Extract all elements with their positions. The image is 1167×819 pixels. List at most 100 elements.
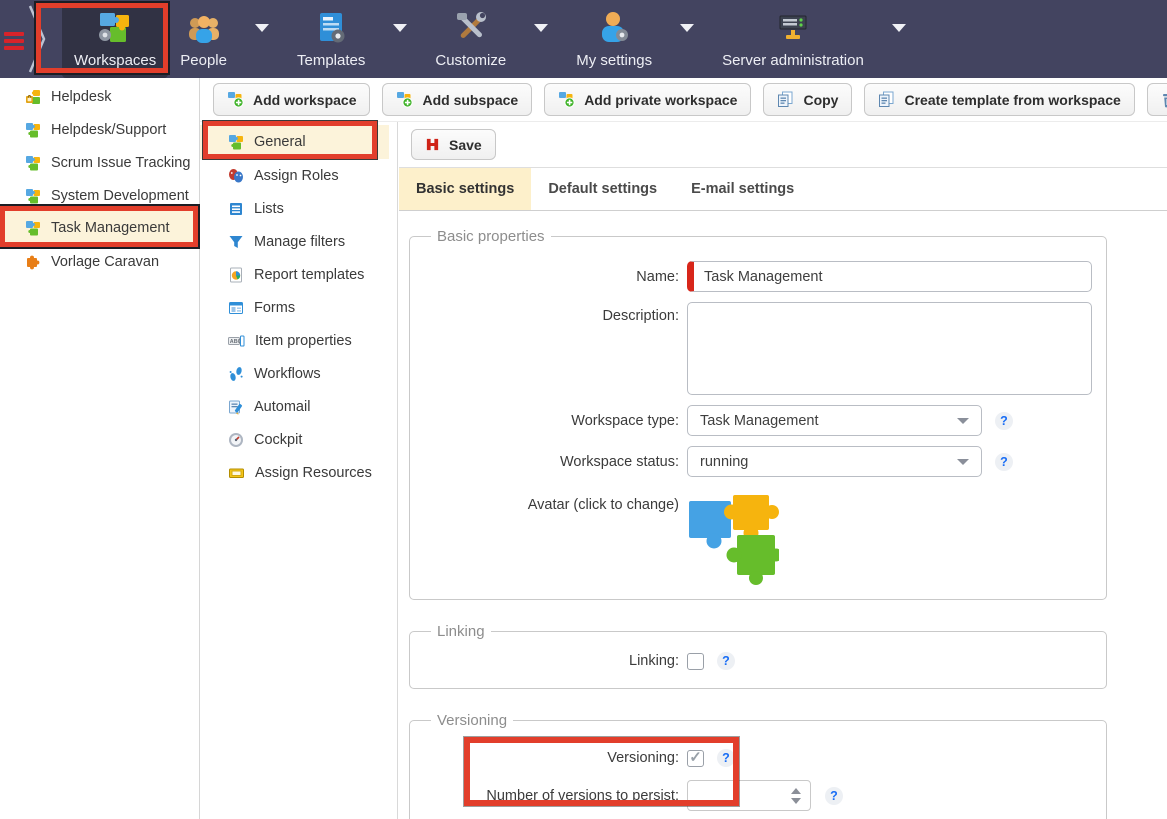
name-input[interactable] — [687, 261, 1092, 292]
workspace-type-label: Workspace type: — [424, 413, 679, 429]
nav-item-server-administration[interactable]: Server administration — [710, 1, 876, 78]
nav-item-templates[interactable]: Templates — [285, 1, 377, 78]
create-template-from-workspace-button[interactable]: Create template from workspace — [864, 83, 1134, 116]
menu-item-automail[interactable]: Automail — [200, 390, 397, 423]
nav-label: Templates — [297, 52, 365, 69]
menu-item-label: Lists — [254, 201, 284, 217]
caret-down-icon[interactable] — [534, 24, 548, 32]
workspace-status-dropdown[interactable]: running — [687, 446, 982, 477]
save-icon — [425, 137, 440, 152]
menu-item-label: Automail — [254, 399, 310, 415]
versioning-checkbox[interactable] — [687, 750, 704, 767]
menu-item-forms[interactable]: Forms — [200, 291, 397, 324]
menu-item-manage-filters[interactable]: Manage filters — [200, 225, 397, 258]
caret-down-icon[interactable] — [892, 24, 906, 32]
nav-item-my-settings[interactable]: My settings — [564, 1, 664, 78]
workspace-puzzle-icon — [25, 188, 41, 204]
delete-button[interactable]: Delete — [1147, 83, 1167, 116]
resource-card-icon — [228, 465, 245, 481]
workspace-type-dropdown[interactable]: Task Management — [687, 405, 982, 436]
sidebar-item-helpdesk-support[interactable]: Helpdesk/Support — [0, 113, 199, 146]
versioning-row: Versioning: ? — [424, 749, 1092, 767]
tab-default-settings[interactable]: Default settings — [531, 168, 674, 210]
menu-item-label: Cockpit — [254, 432, 302, 448]
sidebar-item-label: System Development — [51, 188, 189, 204]
copy-button[interactable]: Copy — [763, 83, 852, 116]
spinner-up-icon[interactable] — [791, 788, 801, 794]
workspace-puzzle-icon — [25, 122, 41, 138]
dropdown-value: Task Management — [700, 413, 818, 429]
help-icon[interactable]: ? — [717, 652, 735, 670]
spinner-down-icon[interactable] — [791, 798, 801, 804]
user-settings-icon — [598, 9, 630, 45]
nav-label: Workspaces — [74, 52, 156, 69]
versioning-label: Versioning: — [424, 750, 679, 766]
nav-label: My settings — [576, 52, 652, 69]
nav-item-people[interactable]: People — [168, 1, 239, 78]
menu-item-workflows[interactable]: Workflows — [200, 357, 397, 390]
sidebar-item-task-management[interactable]: Task Management — [0, 210, 199, 246]
nav-item-customize[interactable]: Customize — [423, 1, 518, 78]
help-icon[interactable]: ? — [717, 749, 735, 767]
fieldset-legend: Linking — [431, 623, 491, 640]
workspace-settings-menu: General Assign Roles — [200, 122, 398, 819]
spinner-arrows[interactable] — [791, 788, 801, 804]
menu-item-label: Workflows — [254, 366, 321, 382]
top-nav: Workspaces People — [0, 0, 1167, 78]
caret-down-icon[interactable] — [393, 24, 407, 32]
workspace-puzzle-icon — [25, 220, 41, 236]
sidebar-item-system-development[interactable]: System Development — [0, 179, 199, 212]
button-label: Add subspace — [422, 92, 518, 108]
description-textarea[interactable] — [687, 302, 1092, 395]
caret-down-icon[interactable] — [680, 24, 694, 32]
report-pie-icon — [228, 267, 244, 283]
button-label: Add workspace — [253, 92, 356, 108]
menu-item-assign-resources[interactable]: Assign Resources — [200, 456, 397, 489]
workspace-avatar-puzzle[interactable] — [687, 491, 779, 585]
sidebar-item-label: Task Management — [51, 220, 169, 236]
tab-basic-settings[interactable]: Basic settings — [399, 168, 531, 210]
add-private-workspace-button[interactable]: Add private workspace — [544, 83, 751, 116]
menu-item-report-templates[interactable]: Report templates — [200, 258, 397, 291]
caret-down-icon[interactable] — [255, 24, 269, 32]
linking-checkbox[interactable] — [687, 653, 704, 670]
menu-item-label: Forms — [254, 300, 295, 316]
help-icon[interactable]: ? — [995, 412, 1013, 430]
workspaces-puzzle-icon — [97, 9, 133, 45]
list-icon — [228, 201, 244, 217]
hamburger-menu-icon[interactable] — [4, 32, 24, 78]
nav-item-workspaces[interactable]: Workspaces — [62, 1, 168, 78]
add-workspace-icon — [227, 91, 244, 108]
description-label: Description: — [424, 302, 679, 324]
save-button[interactable]: Save — [411, 129, 496, 160]
nav-label: Customize — [435, 52, 506, 69]
automail-icon — [228, 399, 244, 415]
versions-count-label: Number of versions to persist: — [424, 788, 679, 804]
add-subspace-button[interactable]: Add subspace — [382, 83, 532, 116]
tab-email-settings[interactable]: E-mail settings — [674, 168, 811, 210]
theater-masks-icon — [228, 168, 244, 184]
workspace-status-label: Workspace status: — [424, 454, 679, 470]
button-label: Create template from workspace — [904, 92, 1120, 108]
app-window: Workspaces People — [0, 0, 1167, 819]
save-label: Save — [449, 137, 482, 153]
menu-item-cockpit[interactable]: Cockpit — [200, 423, 397, 456]
menu-item-lists[interactable]: Lists — [200, 192, 397, 225]
menu-item-item-properties[interactable]: ABC Item properties — [200, 324, 397, 357]
sidebar-item-scrum-issue-tracking[interactable]: Scrum Issue Tracking — [0, 146, 199, 179]
abc-properties-icon: ABC — [228, 333, 245, 349]
menu-item-general[interactable]: General — [200, 125, 389, 159]
add-workspace-button[interactable]: Add workspace — [213, 83, 370, 116]
help-icon[interactable]: ? — [825, 787, 843, 805]
sidebar-item-vorlage-caravan[interactable]: Vorlage Caravan — [0, 245, 199, 278]
workspace-template-puzzle-icon — [25, 254, 41, 270]
help-icon[interactable]: ? — [995, 453, 1013, 471]
sidebar-item-label: Vorlage Caravan — [51, 254, 159, 270]
menu-item-assign-roles[interactable]: Assign Roles — [200, 159, 397, 192]
versions-count-spinner[interactable] — [687, 780, 811, 811]
sidebar-item-helpdesk[interactable]: Helpdesk — [0, 80, 199, 113]
versioning-fieldset: Versioning Versioning: ? Number of versi… — [409, 712, 1107, 819]
sidebar-item-label: Helpdesk — [51, 89, 111, 105]
svg-text:ABC: ABC — [230, 339, 242, 345]
button-label: Copy — [803, 92, 838, 108]
